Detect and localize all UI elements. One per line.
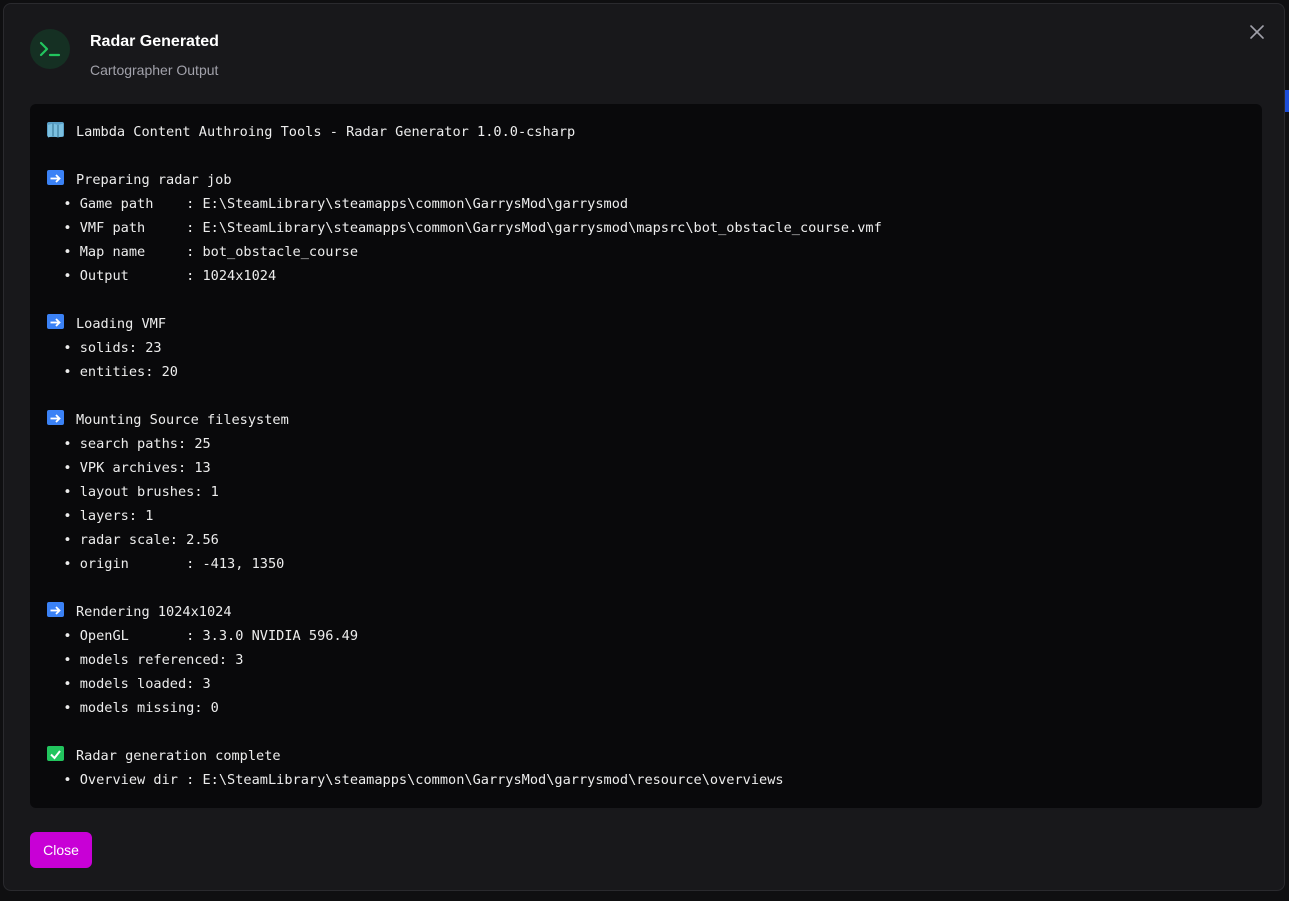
arrow-right-icon bbox=[47, 602, 64, 617]
output-line: • VMF path : E:\SteamLibrary\steamapps\c… bbox=[47, 216, 1262, 240]
output-line-text: • layers: 1 bbox=[47, 508, 154, 524]
terminal-output: Lambda Content Authroing Tools - Radar G… bbox=[30, 104, 1262, 808]
output-line: Mounting Source filesystem bbox=[47, 408, 1262, 432]
output-line: • search paths: 25 bbox=[47, 432, 1262, 456]
output-line-text: • VPK archives: 13 bbox=[47, 460, 211, 476]
output-line: • VPK archives: 13 bbox=[47, 456, 1262, 480]
output-line-text: • layout brushes: 1 bbox=[47, 484, 219, 500]
output-line: • Game path : E:\SteamLibrary\steamapps\… bbox=[47, 192, 1262, 216]
close-button[interactable]: Close bbox=[30, 832, 92, 868]
output-line: Preparing radar job bbox=[47, 168, 1262, 192]
arrow-right-icon bbox=[47, 170, 64, 185]
check-icon bbox=[47, 746, 64, 761]
output-line-text: • models referenced: 3 bbox=[47, 652, 244, 668]
arrow-right-icon bbox=[47, 410, 64, 425]
output-line: Lambda Content Authroing Tools - Radar G… bbox=[47, 120, 1262, 144]
output-line: Radar generation complete bbox=[47, 744, 1262, 768]
dialog-subtitle: Cartographer Output bbox=[90, 62, 219, 78]
output-line-text: • Map name : bot_obstacle_course bbox=[47, 244, 358, 260]
output-line-text: Lambda Content Authroing Tools - Radar G… bbox=[76, 124, 576, 140]
dialog-title: Radar Generated bbox=[90, 33, 219, 50]
output-line-text: • Output : 1024x1024 bbox=[47, 268, 277, 284]
output-line: • OpenGL : 3.3.0 NVIDIA 596.49 bbox=[47, 624, 1262, 648]
terminal-icon bbox=[30, 29, 70, 69]
output-line-text: • Overview dir : E:\SteamLibrary\steamap… bbox=[47, 772, 784, 788]
output-line-text: • Game path : E:\SteamLibrary\steamapps\… bbox=[47, 196, 629, 212]
output-line-text: • OpenGL : 3.3.0 NVIDIA 596.49 bbox=[47, 628, 358, 644]
output-line: Loading VMF bbox=[47, 312, 1262, 336]
output-line-text: • models missing: 0 bbox=[47, 700, 219, 716]
output-line: • solids: 23 bbox=[47, 336, 1262, 360]
output-line: • Map name : bot_obstacle_course bbox=[47, 240, 1262, 264]
output-line-text: Mounting Source filesystem bbox=[76, 412, 289, 428]
output-line: Rendering 1024x1024 bbox=[47, 600, 1262, 624]
output-line: • radar scale: 2.56 bbox=[47, 528, 1262, 552]
output-line: • models loaded: 3 bbox=[47, 672, 1262, 696]
output-line-text: • models loaded: 3 bbox=[47, 676, 211, 692]
output-line-text: Rendering 1024x1024 bbox=[76, 604, 232, 620]
output-line-text: • VMF path : E:\SteamLibrary\steamapps\c… bbox=[47, 220, 882, 236]
output-line: • Output : 1024x1024 bbox=[47, 264, 1262, 288]
close-icon[interactable] bbox=[1246, 21, 1268, 43]
output-line-text: • radar scale: 2.56 bbox=[47, 532, 219, 548]
output-line: • layout brushes: 1 bbox=[47, 480, 1262, 504]
radar-generated-dialog: Radar Generated Cartographer Output Lamb… bbox=[3, 3, 1285, 891]
output-line: • models missing: 0 bbox=[47, 696, 1262, 720]
output-line: • layers: 1 bbox=[47, 504, 1262, 528]
output-line-text: Preparing radar job bbox=[76, 172, 232, 188]
output-line-text: • entities: 20 bbox=[47, 364, 178, 380]
map-icon bbox=[47, 122, 64, 138]
output-line-text: • search paths: 25 bbox=[47, 436, 211, 452]
output-line-text: • solids: 23 bbox=[47, 340, 162, 356]
arrow-right-icon bbox=[47, 314, 64, 329]
output-line: • models referenced: 3 bbox=[47, 648, 1262, 672]
output-line-text: Radar generation complete bbox=[76, 748, 281, 764]
output-line-text: • origin : -413, 1350 bbox=[47, 556, 285, 572]
output-line: • origin : -413, 1350 bbox=[47, 552, 1262, 576]
output-line-text: Loading VMF bbox=[76, 316, 167, 332]
output-line: • Overview dir : E:\SteamLibrary\steamap… bbox=[47, 768, 1262, 792]
output-line: • entities: 20 bbox=[47, 360, 1262, 384]
